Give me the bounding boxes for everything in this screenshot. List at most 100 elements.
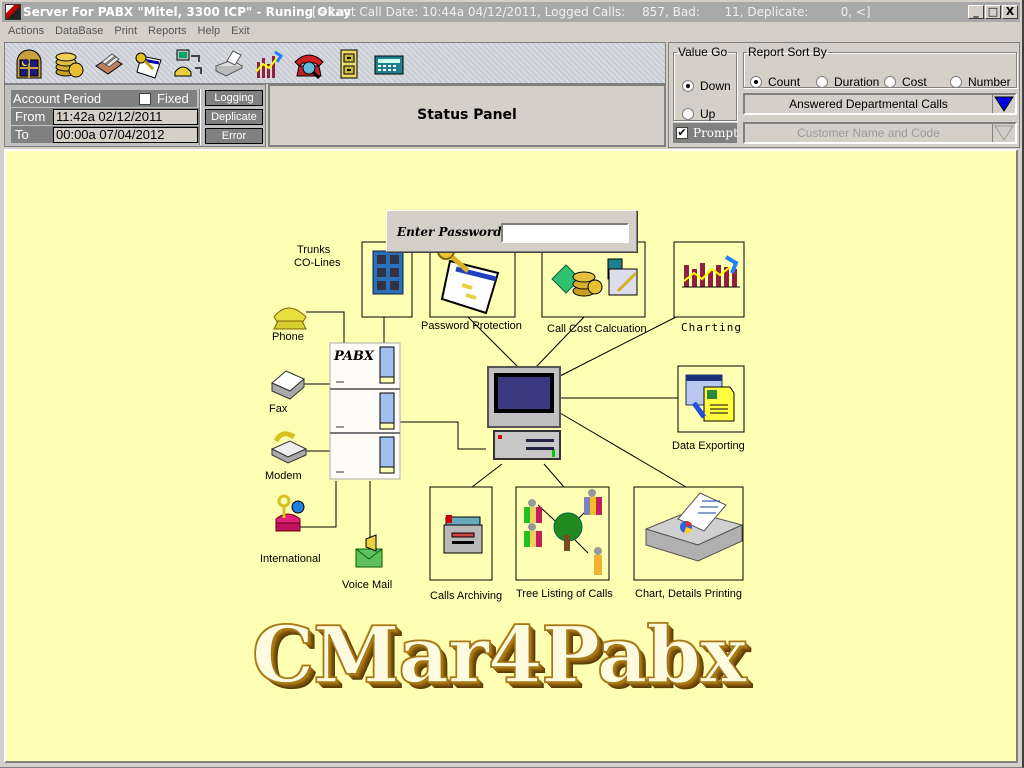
to-date-field[interactable]: 00:00a 07/04/2012	[53, 127, 198, 143]
phone-search-icon[interactable]	[293, 48, 325, 80]
menu-database[interactable]: DataBase	[49, 22, 108, 37]
trunks-label: Trunks	[297, 244, 331, 256]
menu-reports[interactable]: Reports	[142, 22, 192, 37]
from-label: From	[15, 109, 46, 124]
report-options-panel: Value Go Down Up Report Sort By Count Du…	[668, 42, 1020, 148]
account-period-panel: Account Period Fixed From 11:42a 02/12/2…	[4, 84, 266, 147]
voice-mail-label: Voice Mail	[342, 579, 393, 591]
account-period-label: Account Period	[13, 91, 102, 106]
password-protection-label[interactable]: Password Protection	[421, 320, 522, 332]
deplicate-button[interactable]: Deplicate	[205, 109, 263, 125]
modem-icon	[270, 431, 308, 464]
account-period-row: Account Period Fixed	[11, 90, 197, 107]
menu-actions[interactable]: Actions	[2, 22, 49, 37]
data-exporting-label[interactable]: Data Exporting	[672, 440, 745, 452]
radio-number[interactable]: Number	[950, 75, 1011, 89]
chart-icon[interactable]	[253, 48, 285, 80]
to-label: To	[15, 127, 29, 142]
radio-cost-indicator[interactable]	[884, 76, 896, 88]
error-button[interactable]: Error	[205, 128, 263, 144]
menu-print[interactable]: Print	[108, 22, 142, 37]
fixed-label: Fixed	[157, 91, 189, 106]
password-key-icon[interactable]	[133, 48, 165, 80]
co-lines-label: CO-Lines	[294, 257, 341, 269]
file-cabinet-icon[interactable]	[333, 48, 365, 80]
night-window-icon[interactable]	[13, 48, 45, 80]
password-label: Enter Password	[397, 225, 502, 239]
close-button[interactable]: X	[1002, 5, 1018, 19]
from-row: From 11:42a 02/12/2011	[11, 108, 199, 125]
minimize-button[interactable]: _	[968, 5, 984, 19]
phone-label: Phone	[272, 331, 304, 343]
archive-cabinet-icon	[443, 515, 483, 554]
call-cost-label[interactable]: Call Cost Calcuation	[547, 323, 647, 335]
radio-up-indicator[interactable]	[682, 108, 694, 120]
tree-listing-label[interactable]: Tree Listing of Calls	[516, 588, 613, 600]
data-exporting-icon	[685, 374, 735, 422]
calls-archiving-label[interactable]: Calls Archiving	[430, 590, 502, 602]
radio-duration-indicator[interactable]	[816, 76, 828, 88]
menu-exit[interactable]: Exit	[225, 22, 254, 37]
value-go-group: Value Go Down Up	[673, 45, 737, 121]
trunks-jack-icon	[372, 250, 404, 295]
international-phone-icon	[275, 494, 305, 532]
dropdown-arrow-disabled-icon[interactable]	[994, 125, 1014, 141]
main-window: Server For PABX "Mitel, 3300 ICP" - Runi…	[0, 0, 1024, 768]
radio-duration[interactable]: Duration	[816, 75, 879, 89]
deplicate-count: 0	[840, 5, 849, 19]
radio-down-indicator[interactable]	[682, 80, 694, 92]
password-dialog: Enter Password	[386, 210, 637, 252]
fax-icon	[271, 370, 305, 400]
coins-icon[interactable]	[53, 48, 85, 80]
calculator-icon[interactable]	[373, 48, 405, 80]
toolbar	[4, 42, 666, 84]
printer-large-icon	[644, 492, 744, 562]
phone-icon	[273, 307, 307, 330]
card-file-icon[interactable]	[93, 48, 125, 80]
radio-count-indicator[interactable]	[750, 76, 762, 88]
bad-count: 11	[724, 5, 740, 19]
money-calculator-icon	[551, 258, 638, 297]
printing-label[interactable]: Chart, Details Printing	[635, 588, 742, 600]
call-status: [> Last Call Date: 10:44a 04/12/2011, Lo…	[312, 2, 871, 22]
pabx-label: PABX	[334, 349, 374, 364]
radio-cost[interactable]: Cost	[884, 75, 927, 89]
menu-bar: Actions DataBase Print Reports Help Exit	[2, 22, 1020, 40]
fixed-checkbox[interactable]	[139, 93, 151, 105]
charting-label[interactable]: Charting	[681, 321, 742, 334]
logging-button[interactable]: Logging	[205, 90, 263, 106]
tree-people-icon	[524, 489, 602, 575]
from-date-field[interactable]: 11:42a 02/12/2011	[53, 109, 198, 125]
computer-server-icon	[487, 366, 561, 460]
password-input[interactable]	[501, 223, 629, 243]
value-go-legend: Value Go	[678, 45, 728, 59]
dropdown-arrow-icon[interactable]	[994, 96, 1014, 112]
charting-large-icon	[682, 255, 740, 288]
fax-printer-icon[interactable]	[213, 48, 245, 80]
report-filter-value: Customer Name and Code	[745, 124, 993, 142]
radio-up[interactable]: Up	[682, 107, 715, 121]
fax-label: Fax	[269, 403, 288, 415]
report-filter-dropdown[interactable]: Customer Name and Code	[743, 122, 1017, 144]
app-icon[interactable]	[5, 4, 21, 20]
maximize-button[interactable]: □	[985, 5, 1001, 19]
voice-mail-icon	[355, 534, 383, 568]
prompt-checkbox[interactable]: ✔ Prompt	[673, 123, 738, 143]
cmar4pabx-logo: CMar4Pabx	[251, 610, 747, 702]
report-type-dropdown[interactable]: Answered Departmental Calls	[743, 93, 1017, 115]
radio-down[interactable]: Down	[682, 79, 731, 93]
prompt-check-icon[interactable]: ✔	[676, 127, 688, 139]
report-type-value: Answered Departmental Calls	[745, 95, 993, 113]
logged-calls-count: 857	[642, 5, 666, 19]
phone-computer-icon[interactable]	[173, 48, 205, 80]
report-sort-legend: Report Sort By	[748, 45, 827, 59]
menu-help[interactable]: Help	[192, 22, 226, 37]
title-bar[interactable]: Server For PABX "Mitel, 3300 ICP" - Runi…	[2, 2, 1020, 22]
radio-number-indicator[interactable]	[950, 76, 962, 88]
password-key-large-icon	[437, 242, 500, 315]
window-title: Server For PABX "Mitel, 3300 ICP" - Runi…	[23, 5, 352, 19]
status-panel: Status Panel	[268, 84, 666, 147]
radio-count[interactable]: Count	[750, 75, 800, 89]
modem-label: Modem	[265, 470, 302, 482]
divider	[199, 89, 201, 145]
